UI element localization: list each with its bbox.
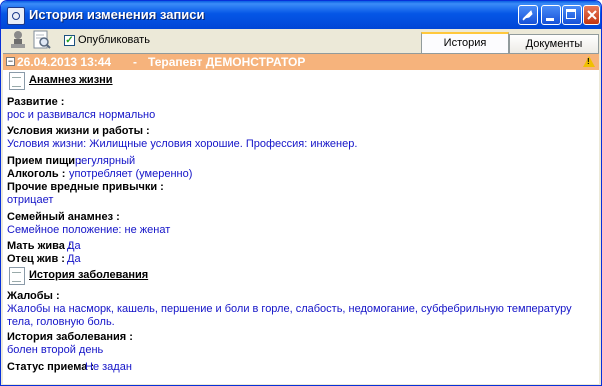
living-value: Условия жизни: Жилищные условия хорошие.…	[7, 138, 358, 150]
document-icon	[9, 72, 25, 90]
tab-history[interactable]: История	[421, 32, 509, 53]
toolbar: ✓ Опубликовать История Документы	[1, 29, 601, 53]
complaints-value: Жалобы на насморк, кашель, першение и бо…	[7, 303, 572, 328]
app-icon	[7, 7, 25, 25]
history-content: − 26.04.2013 13:44 - Терапевт ДЕМОНСТРАТ…	[3, 53, 599, 384]
living-label: Условия жизни и работы :	[7, 125, 150, 137]
close-icon	[587, 10, 597, 20]
family-value: Семейное положение: не женат	[7, 224, 171, 236]
maximize-icon	[566, 9, 576, 19]
warning-icon	[583, 56, 595, 67]
record-header[interactable]: − 26.04.2013 13:44 - Терапевт ДЕМОНСТРАТ…	[3, 54, 599, 70]
pin-icon	[522, 10, 533, 21]
preview-icon	[33, 30, 51, 49]
section-title-life: Анамнез жизни	[29, 74, 113, 86]
publish-label: Опубликовать	[78, 34, 150, 46]
food-value: регулярный	[75, 155, 136, 167]
habits-label: Прочие вредные привычки :	[7, 181, 164, 193]
section-title-illness: История заболевания	[29, 269, 149, 281]
alcohol-value: употребляет (умеренно)	[69, 168, 193, 180]
user-stamp-button[interactable]	[7, 29, 29, 51]
maximize-button[interactable]	[562, 5, 582, 25]
document-icon	[9, 267, 25, 285]
minimize-button[interactable]	[541, 5, 561, 25]
development-label: Развитие :	[7, 96, 65, 108]
complaints-label: Жалобы :	[7, 290, 60, 302]
preview-button[interactable]	[31, 29, 53, 51]
father-label: Отец жив :	[7, 253, 65, 265]
publish-checkbox[interactable]: ✓	[64, 35, 75, 46]
history-value: болен второй день	[7, 344, 104, 356]
record-date: 26.04.2013 13:44	[17, 55, 112, 69]
alcohol-label: Алкоголь :	[7, 168, 66, 180]
development-value: рос и развивался нормально	[7, 109, 156, 121]
title-bar[interactable]: История изменения записи	[1, 1, 601, 29]
window-title: История изменения записи	[29, 7, 205, 22]
user-stamp-icon	[11, 31, 25, 48]
father-value: Да	[67, 253, 81, 265]
minimize-icon	[546, 18, 554, 21]
food-label: Прием пищи :	[7, 155, 82, 167]
mother-label: Мать жива :	[7, 240, 72, 252]
status-label: Статус приема :	[7, 361, 95, 373]
record-document: Терапевт ДЕМОНСТРАТОР	[148, 55, 306, 69]
habits-value: отрицает	[7, 194, 54, 206]
history-label: История заболевания :	[7, 331, 133, 343]
collapse-toggle[interactable]: −	[6, 57, 15, 66]
help-button[interactable]	[518, 5, 538, 25]
close-button[interactable]	[583, 5, 600, 25]
status-value: Не задан	[85, 361, 132, 373]
mother-value: Да	[67, 240, 81, 252]
tab-documents[interactable]: Документы	[509, 34, 599, 53]
family-label: Семейный анамнез :	[7, 211, 120, 223]
record-separator: -	[133, 55, 137, 69]
history-window: История изменения записи ✓ Опубликовать …	[0, 0, 602, 386]
